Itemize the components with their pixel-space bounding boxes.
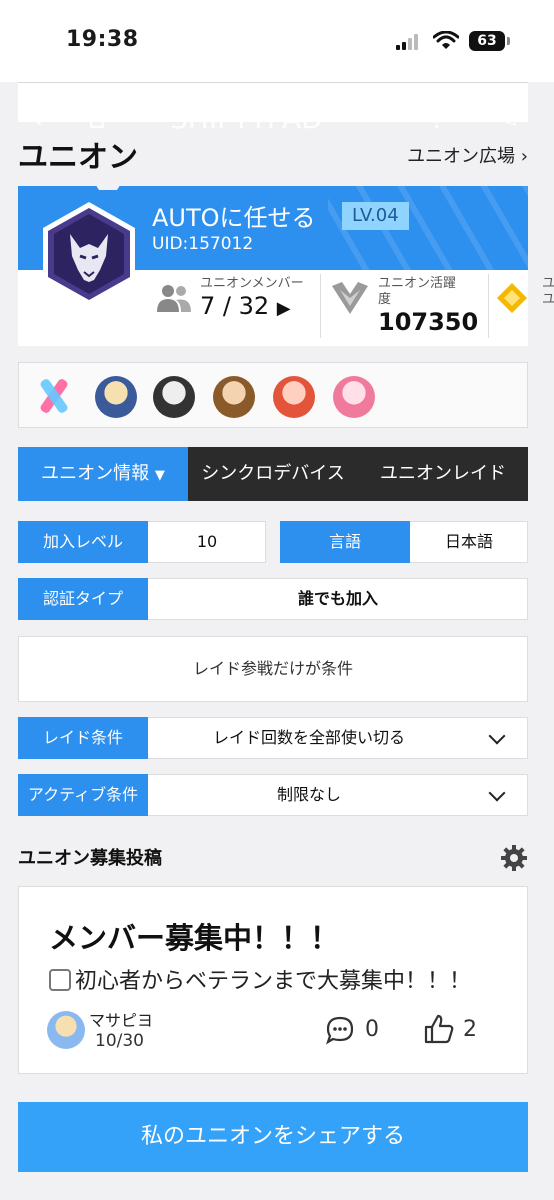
condition-description: レイド参戦だけが条件 [18, 636, 528, 702]
shield-icon [49, 969, 71, 991]
union-tabs: ユニオン情報 ▼ シンクロデバイス ユニオンレイド [18, 447, 528, 501]
post-body-text: 初心者からベテランまで大募集中！！！ [75, 969, 472, 994]
nav-bar: ‹ ⌂ SHIFTYPAD ? ✎ [0, 82, 554, 137]
extra-label-2: ユ [542, 292, 554, 307]
join-level-label: 加入レベル [18, 521, 148, 563]
caret-down-icon: ▼ [154, 468, 165, 483]
wifi-icon [433, 31, 459, 49]
raid-condition-value: レイド回数を全部使い切る [212, 728, 405, 747]
recruit-post-title: ユニオン募集投稿 [18, 848, 162, 869]
activity-label: ユニオン活躍 [378, 276, 457, 291]
cheer-stick-icon[interactable] [33, 375, 75, 417]
active-condition-value: 制限なし [276, 785, 341, 804]
recruit-post-header: ユニオン募集投稿 [18, 844, 528, 874]
post-author-name: マサピヨ [89, 1011, 154, 1030]
post-body: 初心者からベテランまで大募集中！！！ [49, 963, 471, 995]
comment-icon[interactable] [325, 1015, 355, 1045]
union-emblem-icon [43, 202, 135, 306]
share-union-button[interactable]: 私のユニオンをシェアする [18, 1102, 528, 1172]
post-author-avatar[interactable] [47, 1011, 85, 1049]
play-icon: ▶ [276, 298, 291, 319]
union-level-badge: LV.04 [342, 202, 409, 230]
tab-union-info[interactable]: ユニオン情報 ▼ [18, 447, 188, 501]
like-icon[interactable] [423, 1013, 455, 1045]
raid-condition-row[interactable]: レイド条件 レイド回数を全部使い切る [18, 717, 528, 759]
union-plaza-link[interactable]: ユニオン広場 › [407, 142, 528, 168]
member-avatar[interactable] [95, 376, 137, 418]
post-members: 10/30 [95, 1031, 144, 1051]
raid-condition-label: レイド条件 [18, 717, 148, 759]
members-icon [157, 285, 191, 312]
tab-synchro-device[interactable]: シンクロデバイス [188, 447, 358, 501]
comment-count: 0 [365, 1017, 379, 1042]
gear-icon[interactable] [500, 844, 528, 872]
member-avatar[interactable] [333, 376, 375, 418]
member-avatar[interactable] [213, 376, 255, 418]
members-label: ユニオンメンバー [200, 276, 304, 291]
union-plaza-label: ユニオン広場 [407, 146, 516, 167]
status-bar: 19:38 63 [0, 0, 554, 82]
members-stat[interactable]: ユニオンメンバー 7 / 32 ▶ [200, 276, 304, 320]
chevron-right-icon: › [520, 146, 528, 167]
coin-icon [497, 283, 527, 313]
active-condition-label: アクティブ条件 [18, 774, 148, 816]
title-bar: ユニオン ユニオン広場 › [18, 130, 528, 175]
auth-type-row: 認証タイプ 誰でも加入 [18, 578, 528, 620]
language-value: 日本語 [444, 532, 493, 551]
activity-icon [332, 282, 368, 314]
language-label: 言語 [280, 521, 410, 563]
chevron-down-icon[interactable] [488, 784, 506, 802]
active-condition-row[interactable]: アクティブ条件 制限なし [18, 774, 528, 816]
member-avatars[interactable] [18, 362, 528, 428]
activity-label-2: 度 [378, 292, 392, 307]
union-uid: UID:157012 [152, 234, 254, 254]
tab-union-raid[interactable]: ユニオンレイド [358, 447, 528, 501]
join-level-value: 10 [196, 532, 218, 551]
tab-union-info-label: ユニオン情報 [41, 463, 150, 484]
recruit-post-card[interactable]: メンバー募集中！！！ 初心者からベテランまで大募集中！！！ マサピヨ 10/30… [18, 886, 528, 1074]
union-name: AUTOに任せる [152, 204, 316, 232]
page-title: ユニオン [18, 140, 138, 175]
status-time: 19:38 [66, 27, 139, 52]
union-card: AUTOに任せる LV.04 UID:157012 ユニオンメンバー 7 / 3… [18, 176, 554, 346]
member-avatar[interactable] [273, 376, 315, 418]
language-row: 言語 日本語 [280, 521, 528, 563]
extra-label: ユ [542, 276, 554, 291]
activity-stat: ユニオン活躍 度 107350 [378, 276, 478, 336]
signal-icon [396, 34, 422, 50]
join-level-row: 加入レベル 10 [18, 521, 266, 563]
post-title: メンバー募集中！！！ [49, 921, 340, 955]
auth-type-label: 認証タイプ [18, 578, 148, 620]
like-count: 2 [463, 1017, 477, 1042]
chevron-down-icon[interactable] [488, 727, 506, 745]
activity-value: 107350 [378, 308, 479, 336]
members-value: 7 / 32 [200, 292, 270, 320]
member-avatar[interactable] [153, 376, 195, 418]
battery-icon: 63 [469, 31, 510, 51]
extra-stat: ユ ユ [542, 276, 554, 308]
auth-type-value: 誰でも加入 [297, 589, 378, 608]
